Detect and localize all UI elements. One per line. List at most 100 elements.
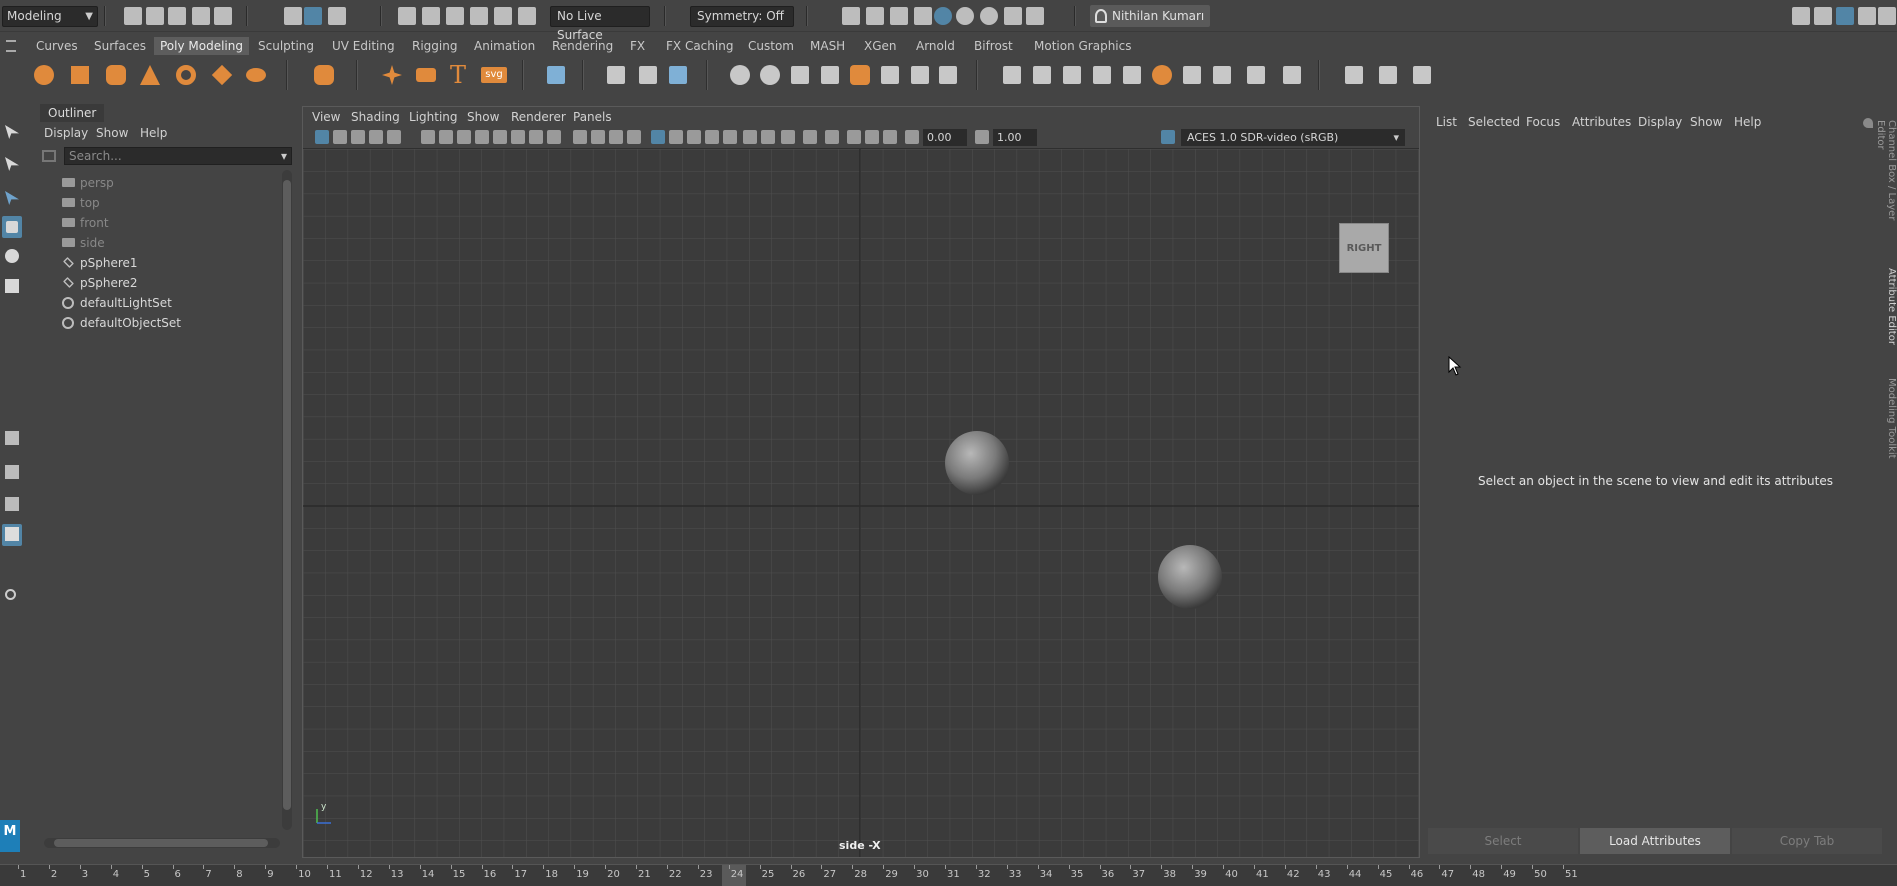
quad-draw-icon[interactable]: [1208, 61, 1236, 89]
shelf-menu-icon[interactable]: [6, 40, 16, 52]
tool-settings-icon[interactable]: [1858, 7, 1876, 25]
smooth-icon[interactable]: [726, 61, 754, 89]
grab-brush-icon[interactable]: [1408, 61, 1436, 89]
attr-menu-show[interactable]: Show: [1690, 115, 1722, 129]
list-item-camera[interactable]: side: [62, 234, 105, 252]
film-gate-icon[interactable]: [457, 130, 471, 144]
super-shape-icon[interactable]: [378, 61, 406, 89]
isolate-select-icon[interactable]: [825, 130, 839, 144]
tab-surfaces[interactable]: Surfaces: [88, 37, 152, 55]
user-account-menu[interactable]: Nithilan Kumarı: [1090, 5, 1210, 27]
tab-curves[interactable]: Curves: [30, 37, 84, 55]
tab-uv-editing[interactable]: UV Editing: [326, 37, 401, 55]
xray-joints-icon[interactable]: [687, 130, 701, 144]
attr-menu-list[interactable]: List: [1436, 115, 1457, 129]
poly-plane-icon[interactable]: [208, 61, 236, 89]
motion-blur-icon[interactable]: [761, 130, 775, 144]
hypershade-icon[interactable]: [934, 7, 952, 25]
tab-rendering[interactable]: Rendering: [546, 37, 619, 55]
type-tool-icon[interactable]: T: [446, 61, 474, 89]
pause-viewport-icon[interactable]: [1026, 7, 1044, 25]
field-chart-icon[interactable]: [511, 130, 525, 144]
sculpt-brush-icon[interactable]: [1340, 61, 1368, 89]
rotate-tool-icon[interactable]: [2, 246, 22, 268]
collapse-icon[interactable]: [1148, 61, 1176, 89]
viewport-canvas[interactable]: y RIGHT: [303, 149, 1419, 857]
list-item-mesh[interactable]: pSphere1: [62, 254, 138, 272]
tab-bifrost[interactable]: Bifrost: [968, 37, 1019, 55]
render-settings-icon[interactable]: [914, 7, 932, 25]
poly-torus-icon[interactable]: [172, 61, 200, 89]
select-object-icon[interactable]: [304, 7, 322, 25]
poly-cube-icon[interactable]: [66, 61, 94, 89]
safe-title-icon[interactable]: [547, 130, 561, 144]
outliner-menu-display[interactable]: Display: [44, 126, 88, 140]
attr-menu-focus[interactable]: Focus: [1526, 115, 1560, 129]
view-transform-dropdown[interactable]: ACES 1.0 SDR-video (sRGB): [1181, 129, 1405, 146]
color-management-icon[interactable]: [1161, 130, 1175, 144]
attr-menu-selected[interactable]: Selected: [1468, 115, 1520, 129]
tab-modeling-toolkit[interactable]: Modeling Toolkit: [1885, 378, 1897, 478]
camera-attributes-icon[interactable]: [333, 130, 347, 144]
platonic-solid-icon[interactable]: [310, 61, 338, 89]
bridge-icon[interactable]: [816, 61, 844, 89]
merge-icon[interactable]: [1118, 61, 1146, 89]
four-view-layout-icon[interactable]: [2, 462, 22, 484]
duplicate-face-icon[interactable]: [1088, 61, 1116, 89]
list-item-mesh[interactable]: pSphere2: [62, 274, 138, 292]
time-slider[interactable]: 1 2 3 4 5 6 7 8 9 10 11 12 13 14 15 16 17 18 19 20 21 22 23 24 2…: [0, 864, 1897, 886]
list-item-camera[interactable]: top: [62, 194, 100, 212]
poly-sphere-icon[interactable]: [30, 61, 58, 89]
screen-space-ao-icon[interactable]: [743, 130, 757, 144]
svg-tool-icon[interactable]: svg: [480, 61, 508, 89]
snap-curve-icon[interactable]: [422, 7, 440, 25]
viewport-menu-view[interactable]: View: [312, 110, 340, 124]
extrude-icon[interactable]: [846, 61, 874, 89]
poly-cone-icon[interactable]: [136, 61, 164, 89]
zoom-icon[interactable]: [2, 586, 22, 608]
tab-attribute-editor[interactable]: Attribute Editor: [1885, 268, 1897, 358]
lasso-tool-icon[interactable]: [2, 154, 22, 176]
bevel-icon[interactable]: [876, 61, 904, 89]
boolean-icon[interactable]: [756, 61, 784, 89]
smooth-shade-icon[interactable]: [591, 130, 605, 144]
toggle-hud-icon[interactable]: [865, 130, 879, 144]
attr-menu-help[interactable]: Help: [1734, 115, 1761, 129]
modeling-toolkit-icon[interactable]: [1814, 7, 1832, 25]
mirror-icon[interactable]: [664, 61, 692, 89]
wireframe-icon[interactable]: [573, 130, 587, 144]
tab-mash[interactable]: MASH: [804, 37, 851, 55]
tab-motion-graphics[interactable]: Motion Graphics: [1028, 37, 1138, 55]
tab-fx-caching[interactable]: FX Caching: [660, 37, 739, 55]
tab-custom[interactable]: Custom: [742, 37, 800, 55]
connect-icon[interactable]: [1028, 61, 1056, 89]
xray-active-icon[interactable]: [847, 130, 861, 144]
select-camera-icon[interactable]: [315, 130, 329, 144]
tab-xgen[interactable]: XGen: [858, 37, 903, 55]
snap-point-icon[interactable]: [446, 7, 464, 25]
symmetry-field[interactable]: Symmetry: Off: [690, 6, 794, 27]
select-hierarchy-icon[interactable]: [284, 7, 302, 25]
grid-toggle-icon[interactable]: [439, 130, 453, 144]
bookmark-icon[interactable]: [351, 130, 365, 144]
snap-grid-icon[interactable]: [398, 7, 416, 25]
relax-brush-icon[interactable]: [1374, 61, 1402, 89]
ipr-render-icon[interactable]: [890, 7, 908, 25]
poly-cylinder-icon[interactable]: [102, 61, 130, 89]
viewcube[interactable]: RIGHT: [1339, 223, 1389, 273]
outliner-layout-icon[interactable]: [2, 524, 22, 546]
single-perspective-layout-icon[interactable]: [2, 428, 22, 450]
live-surface-field[interactable]: No Live Surface: [550, 6, 650, 42]
snap-pivot-icon[interactable]: [518, 7, 536, 25]
new-scene-icon[interactable]: [124, 7, 142, 25]
use-all-lights-icon[interactable]: [705, 130, 719, 144]
target-weld-icon[interactable]: [998, 61, 1026, 89]
psphere1-mesh[interactable]: [945, 431, 1009, 495]
slide-edge-icon[interactable]: [1242, 61, 1270, 89]
filter-icon[interactable]: [42, 150, 56, 162]
exposure-field[interactable]: 0.00: [923, 129, 967, 146]
viewport-menu-panels[interactable]: Panels: [573, 110, 612, 124]
toggle-pause-icon[interactable]: [1004, 7, 1022, 25]
list-item-set[interactable]: defaultObjectSet: [62, 314, 181, 332]
outliner-search-input[interactable]: Search...: [64, 147, 292, 165]
